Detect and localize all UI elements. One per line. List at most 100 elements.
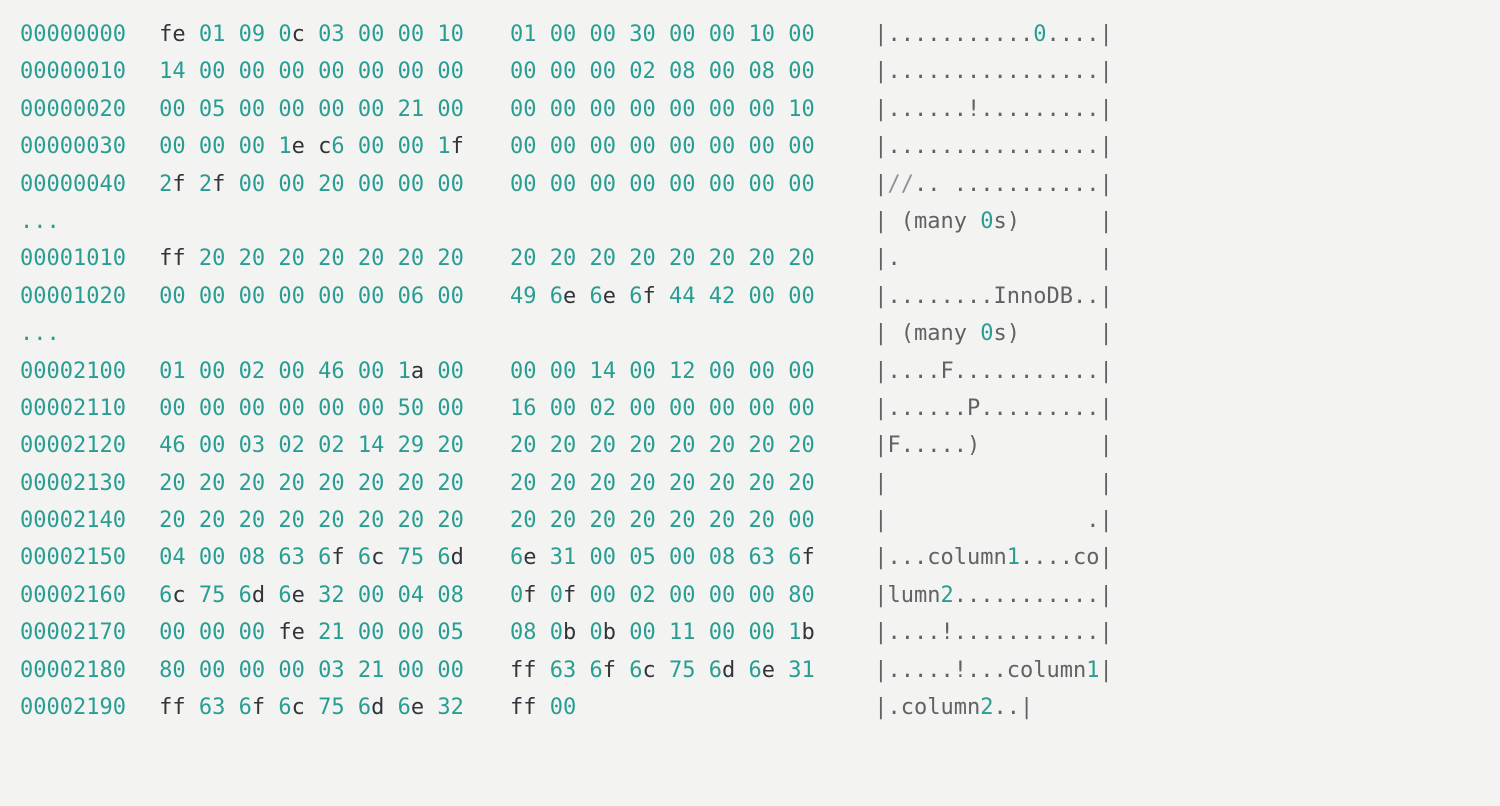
gap — [126, 465, 159, 502]
hex-bytes-right: 00 00 00 00 00 00 00 00 — [510, 166, 835, 203]
hexdump-row: ... | (many 0s) | — [20, 203, 1480, 240]
hex-bytes-left: 00 00 00 1e c6 00 00 1f — [159, 128, 484, 165]
hexdump-row: 00002100 01 00 02 00 46 00 1a 00 00 00 1… — [20, 353, 1480, 390]
hex-bytes-left: ff 20 20 20 20 20 20 20 — [159, 240, 484, 277]
ascii-column: | | — [874, 465, 1112, 502]
gap — [126, 240, 159, 277]
gap — [484, 203, 510, 240]
gap — [484, 166, 510, 203]
gap — [835, 128, 875, 165]
ascii-column: |. | — [874, 240, 1112, 277]
offset: 00000040 — [20, 166, 126, 203]
hex-bytes-left: 14 00 00 00 00 00 00 00 — [159, 53, 484, 90]
ascii-column: |......!.........| — [874, 91, 1113, 128]
gap — [835, 278, 875, 315]
offset: ... — [20, 315, 126, 352]
gap — [484, 240, 510, 277]
gap — [126, 427, 159, 464]
hex-bytes-left: 04 00 08 63 6f 6c 75 6d — [159, 539, 484, 576]
hexdump-row: 00000040 2f 2f 00 00 20 00 00 00 00 00 0… — [20, 166, 1480, 203]
gap — [835, 390, 875, 427]
hex-bytes-left: 6c 75 6d 6e 32 00 04 08 — [159, 577, 484, 614]
hex-bytes-right: 20 20 20 20 20 20 20 00 — [510, 502, 835, 539]
hexdump: 00000000 fe 01 09 0c 03 00 00 10 01 00 0… — [0, 0, 1500, 750]
gap — [484, 465, 510, 502]
gap — [484, 614, 510, 651]
hex-bytes-right: 20 20 20 20 20 20 20 20 — [510, 465, 835, 502]
hex-bytes-right: 6e 31 00 05 00 08 63 6f — [510, 539, 835, 576]
offset: 00002110 — [20, 390, 126, 427]
ascii-column: |......P.........| — [874, 390, 1113, 427]
gap — [484, 128, 510, 165]
hexdump-row: 00002180 80 00 00 00 03 21 00 00 ff 63 6… — [20, 652, 1480, 689]
gap — [126, 539, 159, 576]
gap — [126, 91, 159, 128]
ascii-column: |//.. ...........| — [874, 166, 1113, 203]
ascii-column: |.....!...column1| — [874, 652, 1113, 689]
gap — [484, 353, 510, 390]
offset: 00002130 — [20, 465, 126, 502]
hex-bytes-right: 08 0b 0b 00 11 00 00 1b — [510, 614, 835, 651]
ascii-column: |F.....) | — [874, 427, 1112, 464]
gap — [126, 315, 159, 352]
hex-bytes-left: 00 05 00 00 00 00 21 00 — [159, 91, 484, 128]
gap — [484, 652, 510, 689]
gap — [484, 16, 510, 53]
hexdump-row: 00002190 ff 63 6f 6c 75 6d 6e 32 ff 00 |… — [20, 689, 1480, 726]
offset: 00002140 — [20, 502, 126, 539]
gap — [126, 502, 159, 539]
hex-bytes-left: 2f 2f 00 00 20 00 00 00 — [159, 166, 484, 203]
gap — [835, 353, 875, 390]
gap — [126, 614, 159, 651]
hex-bytes-right — [510, 315, 835, 352]
gap — [835, 315, 875, 352]
offset: 00000010 — [20, 53, 126, 90]
gap — [126, 278, 159, 315]
ascii-column: |................| — [874, 128, 1113, 165]
hex-bytes-left — [159, 203, 484, 240]
hexdump-row: 00002160 6c 75 6d 6e 32 00 04 08 0f 0f 0… — [20, 577, 1480, 614]
gap — [126, 53, 159, 90]
ascii-column: | (many 0s) | — [874, 203, 1112, 240]
gap — [835, 91, 875, 128]
hexdump-row: 00001010 ff 20 20 20 20 20 20 20 20 20 2… — [20, 240, 1480, 277]
gap — [835, 53, 875, 90]
hex-bytes-right: 20 20 20 20 20 20 20 20 — [510, 240, 835, 277]
gap — [484, 427, 510, 464]
gap — [126, 166, 159, 203]
hex-bytes-left — [159, 315, 484, 352]
gap — [835, 614, 875, 651]
gap — [484, 390, 510, 427]
gap — [126, 353, 159, 390]
gap — [835, 16, 875, 53]
gap — [484, 53, 510, 90]
hex-bytes-left: 01 00 02 00 46 00 1a 00 — [159, 353, 484, 390]
offset: 00000030 — [20, 128, 126, 165]
gap — [126, 577, 159, 614]
hex-bytes-left: 00 00 00 00 00 00 50 00 — [159, 390, 484, 427]
hex-bytes-right: 20 20 20 20 20 20 20 20 — [510, 427, 835, 464]
hex-bytes-right: 00 00 14 00 12 00 00 00 — [510, 353, 835, 390]
offset: 00002180 — [20, 652, 126, 689]
hexdump-row: 00002170 00 00 00 fe 21 00 00 05 08 0b 0… — [20, 614, 1480, 651]
hex-bytes-right: 0f 0f 00 02 00 00 00 80 — [510, 577, 835, 614]
hex-bytes-left: 46 00 03 02 02 14 29 20 — [159, 427, 484, 464]
gap — [835, 652, 875, 689]
hex-bytes-right: 00 00 00 00 00 00 00 00 — [510, 128, 835, 165]
gap — [835, 577, 875, 614]
gap — [126, 652, 159, 689]
hexdump-row: 00002130 20 20 20 20 20 20 20 20 20 20 2… — [20, 465, 1480, 502]
offset: ... — [20, 203, 126, 240]
hexdump-row: 00000010 14 00 00 00 00 00 00 00 00 00 0… — [20, 53, 1480, 90]
offset: 00002190 — [20, 689, 126, 726]
offset: 00000000 — [20, 16, 126, 53]
gap — [835, 203, 875, 240]
gap — [126, 203, 159, 240]
gap — [835, 502, 875, 539]
gap — [126, 390, 159, 427]
ascii-column: | (many 0s) | — [874, 315, 1112, 352]
hex-bytes-right: 01 00 00 30 00 00 10 00 — [510, 16, 835, 53]
offset: 00002120 — [20, 427, 126, 464]
offset: 00002170 — [20, 614, 126, 651]
offset: 00001020 — [20, 278, 126, 315]
